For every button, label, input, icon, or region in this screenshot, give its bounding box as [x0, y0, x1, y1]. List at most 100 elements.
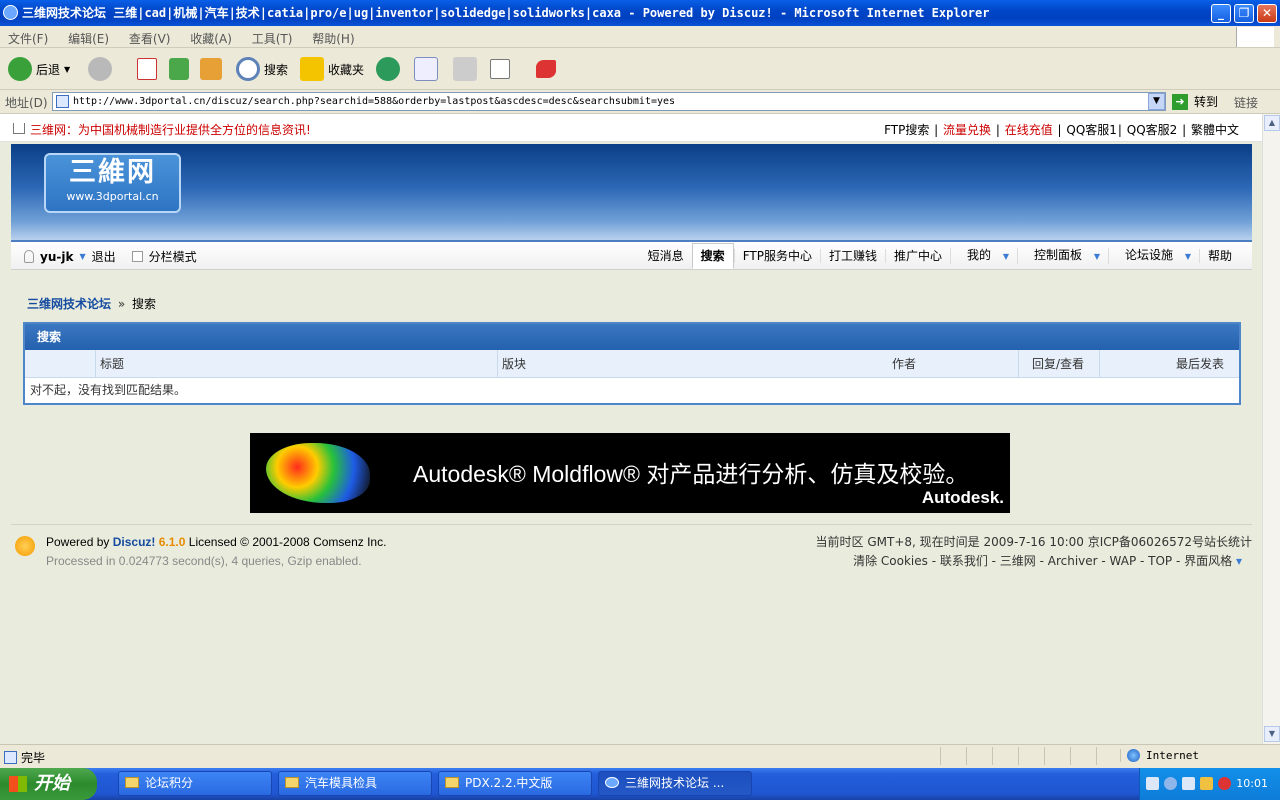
close-button[interactable]: ✕ — [1257, 4, 1277, 23]
moldflow-model-image — [266, 443, 370, 503]
column-last-post: 最后发表 — [1176, 357, 1225, 371]
folder-icon — [285, 777, 299, 788]
logout-link[interactable]: 退出 — [92, 248, 116, 265]
search-button[interactable]: 搜索 — [236, 56, 288, 82]
status-text-area: 完毕 — [4, 749, 45, 766]
status-cell — [1096, 747, 1122, 765]
links-button[interactable]: 链接 — [1234, 94, 1258, 111]
security-zone: Internet — [1120, 749, 1199, 762]
tray-keyboard-icon[interactable] — [1146, 777, 1159, 790]
column-divider — [1018, 350, 1019, 378]
task-forum-points[interactable]: 论坛积分 — [118, 771, 272, 796]
qq-service1-link[interactable]: QQ客服1 — [1066, 123, 1117, 137]
history-button[interactable] — [376, 56, 400, 82]
windows-flag-icon — [9, 776, 27, 792]
user-menu: yu-jk ▼ 退出 分栏模式 — [24, 248, 197, 265]
zone-text: Internet — [1146, 749, 1199, 762]
logo-url-text: www.3dportal.cn — [66, 190, 159, 203]
task-ie-forum[interactable]: 三維网技术论坛 ... — [598, 771, 752, 796]
status-text: 完毕 — [21, 751, 46, 765]
traditional-chinese-link[interactable]: 繁體中文 — [1191, 123, 1239, 137]
back-button[interactable]: 后退 ▼ — [8, 56, 70, 82]
home-button[interactable] — [200, 56, 222, 82]
username-link[interactable]: yu-jk — [40, 250, 73, 264]
refresh-icon — [169, 58, 189, 80]
address-input[interactable]: http://www.3dportal.cn/discuz/search.php… — [52, 92, 1166, 111]
style-dropdown-icon[interactable]: ▾ — [1236, 554, 1242, 568]
breadcrumb-separator: » — [117, 297, 126, 311]
forward-arrow-icon — [88, 57, 112, 81]
minimize-button[interactable]: _ — [1211, 4, 1231, 23]
favorites-button[interactable]: 收藏夹 — [300, 56, 364, 82]
qq-service2-link[interactable]: QQ客服2 — [1127, 123, 1178, 137]
tray-warning-icon[interactable] — [1200, 777, 1213, 790]
address-label: 地址(D) — [5, 96, 48, 110]
home-icon — [200, 58, 222, 80]
messenger-button[interactable] — [536, 56, 556, 82]
nav-search[interactable]: 搜索 — [691, 243, 734, 269]
chevron-down-icon: ▼ — [1184, 252, 1191, 261]
user-icon — [24, 250, 34, 263]
breadcrumb-site-link[interactable]: 三维网技术论坛 — [27, 297, 111, 311]
stop-button[interactable] — [137, 56, 157, 82]
column-author: 作者 — [892, 357, 917, 371]
online-recharge-link[interactable]: 在线充值 — [1005, 123, 1053, 137]
word-icon — [490, 59, 510, 79]
task-car-mold[interactable]: 汽车模具检具 — [278, 771, 432, 796]
go-button[interactable]: ➜ 转到 — [1172, 93, 1218, 110]
task-pdx[interactable]: PDX.2.2.中文版 — [438, 771, 592, 796]
restore-button[interactable]: ❐ — [1234, 4, 1254, 23]
column-divider — [497, 350, 498, 378]
scroll-down-icon[interactable]: ▼ — [1264, 726, 1280, 742]
user-dropdown-icon[interactable]: ▼ — [79, 252, 85, 261]
ie-icon — [605, 777, 619, 788]
stop-icon — [137, 58, 157, 80]
window-title: 三维网技术论坛 三维|cad|机械|汽车|技术|catia|pro/e|ug|i… — [22, 6, 990, 20]
split-mode-label[interactable]: 分栏模式 — [149, 248, 197, 265]
ad-banner[interactable]: Autodesk® Moldflow® 对产品进行分析、仿真及校验。 Autod… — [250, 433, 1010, 513]
print-button[interactable] — [453, 56, 477, 82]
nav-promotion[interactable]: 推广中心 — [884, 249, 950, 263]
footer-links-text[interactable]: 清除 Cookies - 联系我们 - 三维网 - Archiver - WAP… — [853, 554, 1232, 568]
tray-expand-icon[interactable] — [1164, 777, 1177, 790]
task-label: PDX.2.2.中文版 — [465, 776, 553, 790]
nav-control-panel[interactable]: 控制面板 ▼ — [1016, 248, 1108, 264]
task-label: 三維网技术论坛 ... — [625, 776, 725, 790]
start-button[interactable]: 开始 — [0, 768, 97, 800]
tray-network-icon[interactable] — [1182, 777, 1195, 790]
footer: Powered by Discuz! 6.1.0 Licensed © 2001… — [11, 524, 1252, 574]
split-mode-checkbox[interactable] — [131, 251, 143, 262]
scroll-up-icon[interactable]: ▲ — [1264, 115, 1280, 131]
nav-my[interactable]: 我的 ▼ — [949, 248, 1017, 264]
mail-button[interactable] — [414, 56, 438, 82]
home-small-icon[interactable] — [13, 123, 25, 134]
discuz-version: 6.1.0 — [158, 535, 186, 549]
status-cell — [966, 747, 992, 765]
nav-ftp-center[interactable]: FTP服务中心 — [733, 249, 820, 263]
nav-messages[interactable]: 短消息 — [640, 249, 692, 263]
vertical-scrollbar[interactable]: ▲ ▼ — [1262, 114, 1280, 744]
nav-forum-tools[interactable]: 论坛设施 ▼ — [1107, 248, 1199, 264]
refresh-button[interactable] — [169, 56, 189, 82]
nav-control-panel-label: 控制面板 — [1033, 248, 1082, 262]
footer-links: 清除 Cookies - 联系我们 - 三维网 - Archiver - WAP… — [853, 552, 1242, 569]
nav-earn-money[interactable]: 打工赚钱 — [819, 249, 885, 263]
title-bar: 三维网技术论坛 三维|cad|机械|汽车|技术|catia|pro/e|ug|i… — [0, 0, 1280, 26]
menu-bar: 文件(F) 编辑(E) 查看(V) 收藏(A) 工具(T) 帮助(H) — [0, 26, 1280, 48]
column-title: 标题 — [100, 357, 125, 371]
tray-antivirus-icon[interactable] — [1218, 777, 1231, 790]
edit-button[interactable] — [490, 56, 510, 82]
status-cell — [1044, 747, 1070, 765]
site-logo[interactable]: 三維网 www.3dportal.cn — [44, 153, 181, 213]
address-dropdown-icon[interactable]: ▼ — [1148, 93, 1165, 110]
forward-button[interactable] — [88, 56, 112, 82]
ftp-search-link[interactable]: FTP搜索 — [884, 123, 929, 137]
discuz-link[interactable]: Discuz! — [113, 535, 156, 549]
history-icon — [376, 57, 400, 81]
nav-help[interactable]: 帮助 — [1198, 249, 1240, 263]
back-label: 后退 — [36, 62, 61, 77]
folder-icon — [125, 777, 139, 788]
back-dropdown-icon[interactable]: ▼ — [64, 65, 70, 74]
status-cell — [992, 747, 1018, 765]
traffic-exchange-link[interactable]: 流量兑换 — [943, 123, 991, 137]
